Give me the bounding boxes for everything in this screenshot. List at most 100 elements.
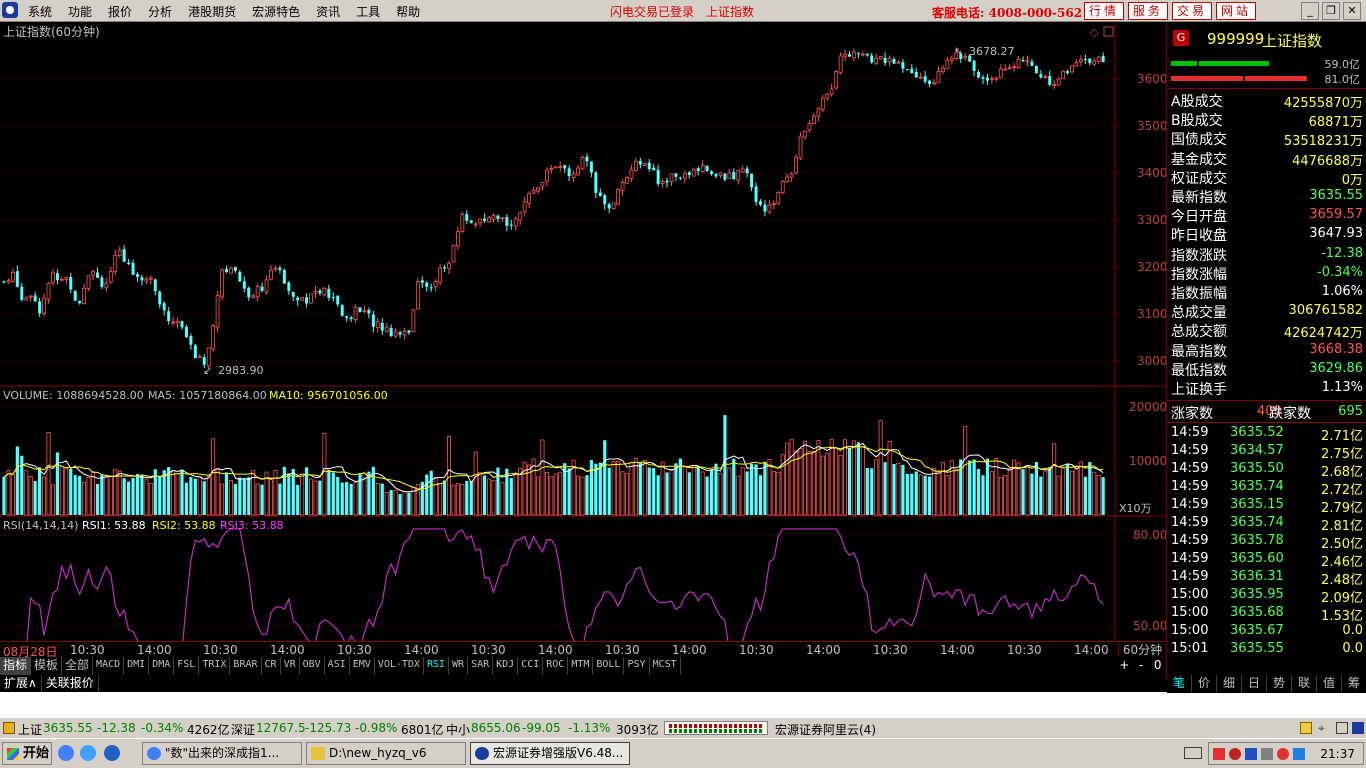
indicator-tab[interactable]: TRIX	[199, 657, 231, 675]
candle-body	[305, 297, 309, 304]
tray-security-icon[interactable]	[1229, 748, 1241, 760]
broker-server[interactable]: 宏源证券阿里云(4)	[775, 721, 876, 738]
indicator-tab[interactable]: BRAR	[230, 657, 262, 675]
quote-tab[interactable]: 笔	[1167, 675, 1192, 693]
kline-chart[interactable]: 上证指数(60分钟) ◇ ↖ 3678.27 ↙ 2983.90 3600 350…	[0, 23, 1168, 652]
indicator-tab[interactable]: VOL-TDX	[375, 657, 424, 675]
menu-item-hk-futures[interactable]: 港股期货	[188, 3, 236, 20]
indicator-tab[interactable]: CCI	[518, 657, 544, 675]
volume-bar	[158, 475, 162, 515]
indicator-tab[interactable]: MTM	[568, 657, 594, 675]
tray-network-icon[interactable]	[1245, 748, 1257, 760]
indicator-tab[interactable]: 全部	[62, 657, 94, 675]
ie-browser-icon[interactable]	[80, 745, 96, 761]
volume-bar	[513, 473, 518, 516]
keyboard-icon[interactable]	[1184, 747, 1202, 759]
indicator-tab[interactable]: SAR	[468, 657, 494, 675]
quote-tab[interactable]: 值	[1317, 675, 1342, 693]
stat-value: 3635.55	[1309, 188, 1363, 203]
chart-area[interactable]: 上证指数(60分钟) ◇ ↖ 3678.27 ↙ 2983.90 3600 350…	[0, 23, 1168, 652]
menu-item-help[interactable]: 帮助	[396, 3, 420, 20]
indicator-tab[interactable]: FSL	[174, 657, 200, 675]
divider	[1167, 400, 1366, 401]
minimize-icon[interactable]: _	[1301, 2, 1319, 20]
indicator-tab[interactable]: EMV	[350, 657, 375, 675]
candle-body	[358, 307, 362, 312]
candle-body	[687, 172, 691, 176]
start-button[interactable]: 开始	[2, 742, 52, 765]
indicator-tab[interactable]: ROC	[543, 657, 569, 675]
indicator-tab[interactable]: PSY	[624, 657, 650, 675]
indicator-tab[interactable]: DMI	[124, 657, 150, 675]
tray-app-icon[interactable]	[1213, 748, 1225, 760]
tray-im-icon[interactable]	[1293, 748, 1305, 760]
quote-tab[interactable]: 日	[1242, 675, 1267, 693]
ie-quicklaunch-icon[interactable]	[58, 745, 74, 761]
zoom-out-button[interactable]: -	[1133, 657, 1150, 675]
task-folder-window[interactable]: D:\new_hyzq_v6	[306, 742, 466, 765]
volume-bar	[59, 466, 64, 516]
flash-trade-status[interactable]: 闪电交易已登录	[610, 3, 694, 20]
tab-service[interactable]: 服务	[1128, 2, 1169, 20]
quote-tab[interactable]: 筹	[1342, 675, 1366, 693]
tray-av-icon[interactable]	[1277, 748, 1289, 760]
quote-tab[interactable]: 联	[1292, 675, 1317, 693]
task-browser-window[interactable]: "数"出来的深成指1...	[142, 742, 302, 765]
close-icon[interactable]: ✕	[1343, 2, 1361, 20]
indicator-tab[interactable]: CR	[262, 657, 281, 675]
indicator-tab[interactable]: VR	[281, 657, 300, 675]
indicator-tab[interactable]: RSI	[424, 657, 450, 675]
tab-expand[interactable]: 扩展∧	[0, 675, 42, 692]
menu-item-news[interactable]: 资讯	[316, 3, 340, 20]
indicator-tab[interactable]: KDJ	[493, 657, 519, 675]
app-tray-icon[interactable]	[1352, 722, 1364, 734]
clock[interactable]: 21:37	[1320, 747, 1355, 761]
zoom-reset-button[interactable]: 0	[1149, 657, 1166, 675]
menu-item-system[interactable]: 系统	[28, 3, 52, 20]
quote-tab[interactable]: 细	[1217, 675, 1242, 693]
task-trading-app[interactable]: 宏源证券增强版V6.48...	[470, 742, 630, 765]
indicator-tab[interactable]: OBV	[300, 657, 325, 675]
volume-bar	[1021, 469, 1025, 515]
lock-icon[interactable]	[1300, 722, 1312, 734]
indicator-tab[interactable]: WR	[449, 657, 469, 675]
stat-label: 总成交额	[1171, 324, 1227, 341]
menu-item-quote[interactable]: 报价	[108, 3, 132, 20]
menu-item-analysis[interactable]: 分析	[148, 3, 172, 20]
restore-icon[interactable]: ❐	[1322, 2, 1340, 20]
candle-body	[878, 56, 883, 60]
window-icon[interactable]	[1336, 722, 1348, 734]
indicator-tab[interactable]: 模板	[31, 657, 63, 675]
quote-tab[interactable]: 价	[1192, 675, 1217, 693]
app-quicklaunch-icon[interactable]	[104, 745, 120, 761]
ticker-icon[interactable]	[3, 722, 15, 734]
tab-market[interactable]: 行情	[1084, 2, 1125, 20]
menu-item-tools[interactable]: 工具	[356, 3, 380, 20]
menu-item-function[interactable]: 功能	[68, 3, 92, 20]
candle-body	[500, 217, 505, 220]
volume-bar	[1074, 465, 1079, 516]
signal-icon[interactable]: ⌖	[1318, 721, 1332, 735]
volume-bar	[936, 470, 941, 516]
tab-trade[interactable]: 交易	[1172, 2, 1213, 20]
indicator-tab[interactable]: MACD	[93, 657, 125, 675]
menu-item-hongyuan-features[interactable]: 宏源特色	[252, 3, 300, 20]
tab-related-quote[interactable]: 关联报价	[42, 675, 99, 692]
volume-bar	[473, 451, 478, 516]
indicator-tab[interactable]: BOLL	[593, 657, 625, 675]
quote-tab[interactable]: 势	[1267, 675, 1292, 693]
price-tick-label: 3600	[1137, 72, 1166, 86]
period-label[interactable]: 60分钟	[1118, 641, 1166, 657]
chart-controls-icon[interactable]: ◇	[1090, 26, 1114, 39]
candle-body	[1056, 78, 1061, 86]
candle-body	[638, 160, 642, 165]
indicator-tab[interactable]: ASI	[325, 657, 350, 675]
indicator-tab[interactable]: MCST	[650, 657, 681, 675]
tray-volume-icon[interactable]	[1261, 748, 1273, 760]
zoom-in-button[interactable]: +	[1116, 657, 1133, 675]
volume-bar	[55, 452, 59, 515]
time-tick-label: 14:00	[806, 643, 841, 657]
indicator-tab[interactable]: 指标	[0, 657, 32, 675]
indicator-tab[interactable]: DMA	[149, 657, 175, 675]
tab-website[interactable]: 网站	[1216, 2, 1257, 20]
